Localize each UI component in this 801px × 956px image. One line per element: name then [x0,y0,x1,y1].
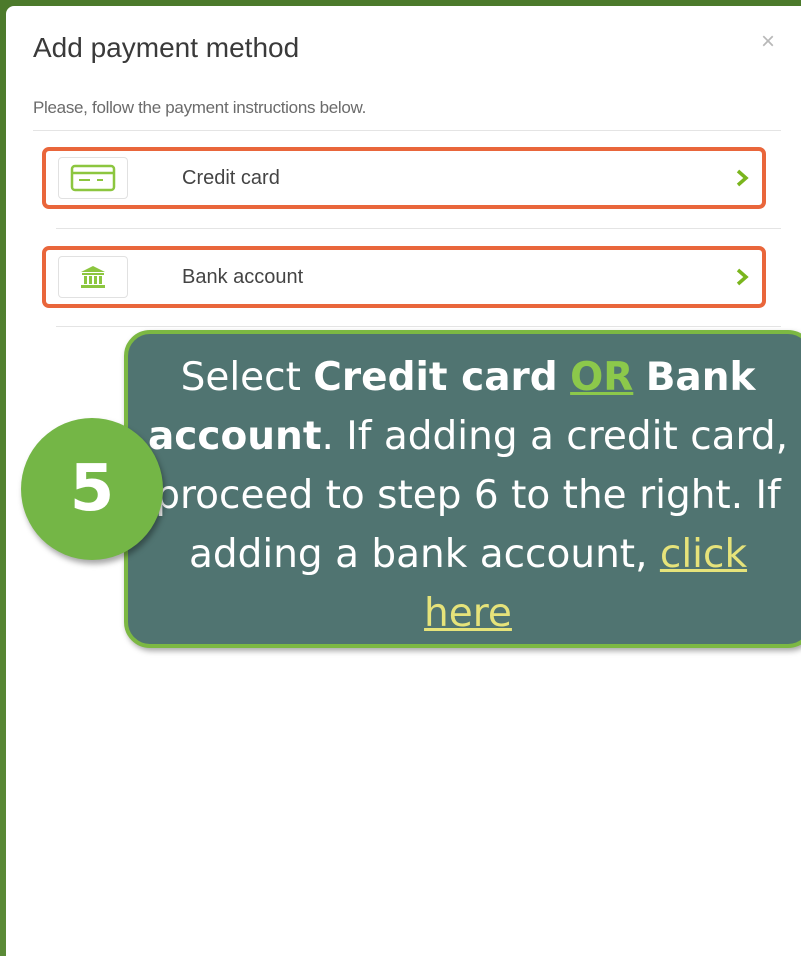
credit-card-icon-box [58,157,128,199]
credit-card-label: Credit card [182,167,280,189]
row-divider [56,228,781,229]
chevron-right-icon [732,264,752,290]
callout-text-part: Select [180,355,314,400]
callout-text-part [633,355,645,400]
callout-or-text: OR [570,355,634,400]
background-frame: Add payment method × Please, follow the … [0,0,801,956]
modal-title: Add payment method [33,32,300,63]
divider [33,130,781,131]
instruction-callout: Select Credit card OR Bank account. If a… [124,330,801,648]
callout-text: Select Credit card OR Bank account. If a… [140,348,796,643]
callout-bold-credit-card: Credit card [313,355,558,400]
credit-card-icon [70,164,116,192]
chevron-right-icon [732,165,752,191]
bank-icon-box [58,256,128,298]
step-number-badge: 5 [21,418,163,560]
step-number: 5 [69,452,115,526]
instructions-text: Please, follow the payment instructions … [33,98,366,117]
bank-account-option[interactable]: Bank account [42,246,766,308]
bank-account-label: Bank account [182,266,304,288]
bank-icon [81,266,105,288]
row-divider [56,326,781,327]
close-button[interactable]: × [757,28,779,56]
credit-card-option[interactable]: Credit card [42,147,766,209]
callout-text-part [558,355,570,400]
